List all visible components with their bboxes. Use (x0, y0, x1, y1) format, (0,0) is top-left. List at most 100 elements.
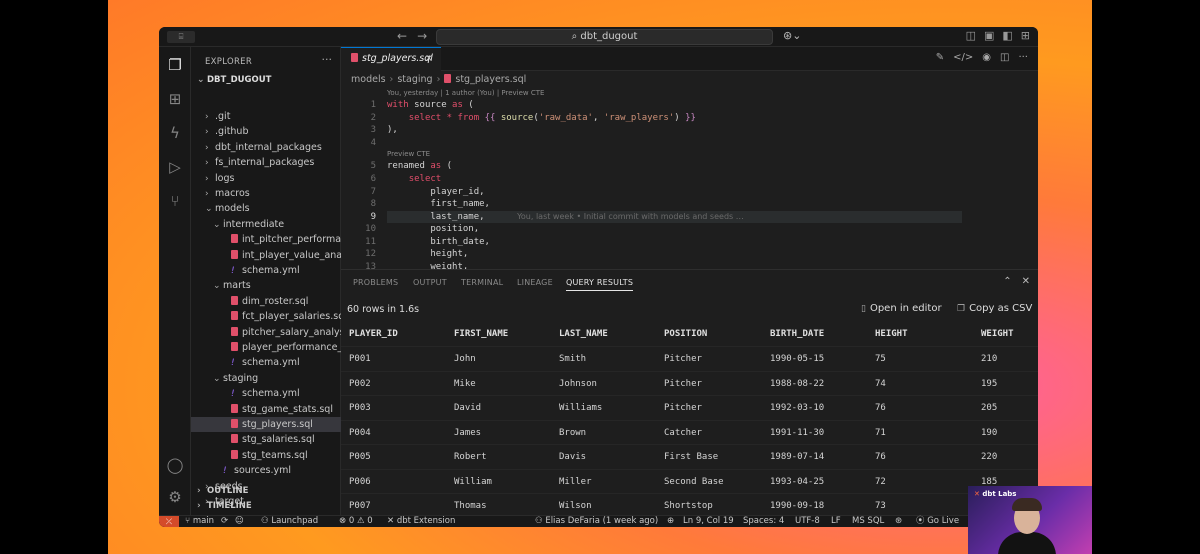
remote-icon[interactable]: ⤫ (159, 516, 179, 527)
run-debug-icon[interactable]: ▷ (165, 157, 185, 177)
tree-item-git[interactable]: › .git (191, 109, 341, 124)
tab-label: stg_players.sql (362, 53, 433, 64)
tree-item-staging[interactable]: ⌄ staging (191, 371, 341, 386)
tree-item-schema-yml[interactable]: ! schema.yml (191, 386, 341, 401)
column-header[interactable]: FIRST_NAME (454, 322, 508, 346)
branch-status[interactable]: ⑂ main (185, 516, 214, 527)
table-row[interactable]: P002 Mike Johnson Pitcher 1988-08-22 74 195 (341, 370, 1038, 395)
toggle-secondary-icon[interactable]: ◧ (1002, 29, 1012, 42)
tree-item-stg-game-stats-sql[interactable]: stg_game_stats.sql (191, 402, 341, 417)
code-editor[interactable]: You, yesterday | 1 author (You) | Previe… (341, 87, 1038, 269)
column-header[interactable]: LAST_NAME (559, 322, 608, 346)
tree-item-stg-players-sql[interactable]: stg_players.sql (191, 417, 341, 432)
git-blame-status[interactable]: ⚇ Elias DeFaria (1 week ago) (535, 516, 658, 527)
tree-item-player-performance-ana[interactable]: player_performance_ana... (191, 340, 341, 355)
timeline-section[interactable]: › TIMELINE (197, 499, 252, 513)
language-mode[interactable]: MS SQL (852, 516, 884, 527)
tree-item-fct-player-salaries-sql[interactable]: fct_player_salaries.sql (191, 309, 341, 324)
tree-item-github[interactable]: › .github (191, 124, 341, 139)
open-in-editor-button[interactable]: ▯ Open in editor (861, 303, 942, 314)
sql-file-icon (231, 249, 238, 259)
encoding[interactable]: UTF-8 (795, 516, 820, 527)
column-header[interactable]: POSITION (664, 322, 707, 346)
eol[interactable]: LF (831, 516, 841, 527)
column-header[interactable]: WEIGHT (981, 322, 1014, 346)
code-icon[interactable]: </> (953, 52, 973, 63)
dbt-extension-status[interactable]: ✕ dbt Extension (387, 516, 455, 527)
tree-item-pitcher-salary-analysis-sql[interactable]: pitcher_salary_analysis.sql (191, 325, 341, 340)
tree-item-int-player-value-analysi[interactable]: int_player_value_analysi... (191, 248, 341, 263)
maximize-panel-icon[interactable]: ⌃ (1003, 276, 1011, 287)
column-header[interactable]: PLAYER_ID (349, 322, 398, 346)
tree-item-schema-yml[interactable]: ! schema.yml (191, 355, 341, 370)
tree-item-sources-yml[interactable]: ! sources.yml (191, 463, 341, 478)
panel-tab-query-results[interactable]: QUERY RESULTS (566, 278, 634, 291)
command-center-search[interactable]: ⌕ dbt_dugout (436, 29, 773, 45)
go-live-status[interactable]: ⦿ Go Live (916, 516, 959, 527)
toggle-sidebar-icon[interactable]: ▣ (984, 29, 994, 42)
tree-item-logs[interactable]: › logs (191, 171, 341, 186)
toggle-panel-icon[interactable]: ◫ (966, 29, 976, 42)
breadcrumb-models[interactable]: models (351, 74, 386, 85)
panel-tab-terminal[interactable]: TERMINAL (461, 278, 503, 287)
close-tab-icon[interactable]: × (425, 48, 433, 70)
tree-item-schema-yml[interactable]: ! schema.yml (191, 263, 341, 278)
account-icon[interactable]: ◯ (165, 455, 185, 475)
settings-gear-icon[interactable]: ⚙ (165, 487, 185, 507)
panel-tab-lineage[interactable]: LINEAGE (517, 278, 553, 287)
tab-stg-players[interactable]: stg_players.sql × (341, 47, 441, 71)
cursor-position[interactable]: Ln 9, Col 19 (683, 516, 734, 527)
tree-item-models[interactable]: ⌄ models (191, 201, 341, 216)
code-line: ), (387, 125, 398, 135)
copilot-status-icon[interactable]: ⊛ (895, 516, 902, 527)
tree-item-macros[interactable]: › macros (191, 186, 341, 201)
customize-layout-icon[interactable]: ⊞ (1021, 29, 1030, 42)
preview-icon[interactable]: ◉ (982, 52, 991, 63)
table-row[interactable]: P006 William Miller Second Base 1993-04-25 72… (341, 468, 1038, 493)
back-arrow-icon[interactable]: ← (397, 29, 407, 43)
tree-item-stg-salaries-sql[interactable]: stg_salaries.sql (191, 432, 341, 447)
copy-as-csv-button[interactable]: ❐ Copy as CSV (957, 303, 1032, 314)
column-header[interactable]: BIRTH_DATE (770, 322, 824, 346)
explorer-files-icon[interactable]: ❐ (165, 55, 185, 75)
table-cell: 1993-04-25 (770, 476, 825, 487)
tree-item-intermediate[interactable]: ⌄ intermediate (191, 217, 341, 232)
tree-item-marts[interactable]: ⌄ marts (191, 278, 341, 293)
table-row[interactable]: P005 Robert Davis First Base 1989-07-14 76 220 (341, 444, 1038, 468)
forward-arrow-icon[interactable]: → (417, 29, 427, 43)
codelens-blame[interactable]: You, yesterday | 1 author (You) | Previe… (387, 89, 544, 97)
account-status-icon[interactable]: ☺ (235, 516, 244, 527)
tree-item-stg-teams-sql[interactable]: stg_teams.sql (191, 448, 341, 463)
extensions-icon[interactable]: ⊞ (165, 89, 185, 109)
tree-item-int-pitcher-performance[interactable]: int_pitcher_performance... (191, 232, 341, 247)
column-header[interactable]: HEIGHT (875, 322, 908, 346)
dbt-bolt-icon[interactable]: ϟ (165, 123, 185, 143)
more-actions-icon[interactable]: ··· (322, 53, 333, 66)
zoom-icon[interactable]: ⊕ (667, 516, 674, 527)
tree-item-dim-roster-sql[interactable]: dim_roster.sql (191, 294, 341, 309)
tree-item-dbt-internal-packages[interactable]: › dbt_internal_packages (191, 140, 341, 155)
launchpad-status[interactable]: ⚇ Launchpad (261, 516, 318, 527)
source-control-icon[interactable]: ⑂ (165, 191, 185, 211)
problems-status[interactable]: ⊗ 0 ⚠ 0 (339, 516, 373, 527)
panel-tab-problems[interactable]: PROBLEMS (353, 278, 398, 287)
layout-icon[interactable]: ⌸ (167, 31, 195, 43)
workspace-root[interactable]: ⌄ DBT_DUGOUT (197, 75, 271, 85)
wrench-icon[interactable]: ✎ (936, 52, 944, 63)
table-row[interactable]: P001 John Smith Pitcher 1990-05-15 75 210 (341, 346, 1038, 370)
indentation[interactable]: Spaces: 4 (743, 516, 784, 527)
copilot-icon[interactable]: ⊛⌄ (783, 29, 801, 42)
table-row[interactable]: P003 David Williams Pitcher 1992-03-10 76 205 (341, 395, 1038, 419)
outline-section[interactable]: › OUTLINE (197, 484, 248, 498)
sync-icon[interactable]: ⟳ (221, 516, 228, 527)
tree-item-fs-internal-packages[interactable]: › fs_internal_packages (191, 155, 341, 170)
more-icon[interactable]: ··· (1018, 52, 1028, 63)
close-panel-icon[interactable]: ✕ (1022, 276, 1030, 287)
codelens-preview-cte[interactable]: Preview CTE (387, 150, 430, 158)
table-row[interactable]: P004 James Brown Catcher 1991-11-30 71 190 (341, 419, 1038, 444)
split-editor-icon[interactable]: ◫ (1000, 52, 1009, 63)
breadcrumb-staging[interactable]: staging (397, 74, 432, 85)
breadcrumb-file[interactable]: stg_players.sql (455, 74, 526, 85)
panel-tab-output[interactable]: OUTPUT (413, 278, 447, 287)
table-row[interactable]: P007 Thomas Wilson Shortstop 1990-09-18 73 (341, 493, 1038, 517)
